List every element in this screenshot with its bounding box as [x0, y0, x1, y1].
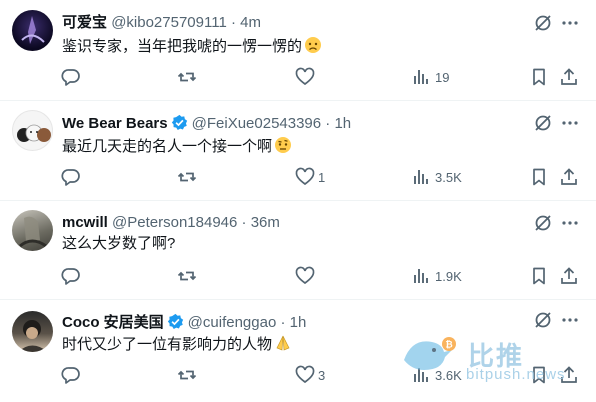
reply-icon[interactable] — [60, 265, 82, 287]
username[interactable]: @FeiXue02543396 — [192, 115, 322, 132]
view-count: 1.9K — [435, 269, 462, 284]
share-icon[interactable] — [558, 166, 580, 188]
tweet-text: 鉴识专家，当年把我唬的一愣一愣的 — [62, 36, 322, 60]
views-icon[interactable] — [410, 66, 432, 88]
separator: · — [230, 14, 236, 31]
more-icon[interactable] — [559, 309, 581, 331]
tweet-header: mcwill @Peterson184946 · 36m — [62, 214, 280, 232]
more-icon[interactable] — [559, 212, 581, 234]
bookmark-icon[interactable] — [528, 166, 550, 188]
bitpush-bird-logo-icon: ₿ — [398, 330, 458, 383]
like-icon[interactable] — [294, 166, 316, 188]
view-count: 19 — [435, 70, 450, 85]
tweet-header: We Bear Bears @FeiXue02543396 · 1h — [62, 114, 351, 136]
more-icon[interactable] — [559, 12, 581, 34]
tweet-header: 可爱宝 @kibo275709111 · 4m — [62, 14, 261, 32]
tweet-text: 这么大岁数了啊? — [62, 234, 175, 254]
reply-icon[interactable] — [60, 166, 82, 188]
timestamp[interactable]: 36m — [251, 214, 280, 231]
folded-hands-icon — [274, 334, 292, 358]
retweet-icon[interactable] — [176, 66, 198, 88]
timestamp[interactable]: 4m — [240, 14, 261, 31]
separator: · — [241, 214, 247, 231]
verified-badge-icon — [167, 313, 184, 335]
avatar[interactable] — [12, 210, 53, 251]
tweet-text: 时代又少了一位有影响力的人物 — [62, 334, 292, 358]
tweet-text-body: 最近几天走的名人一个接一个啊 — [62, 138, 273, 155]
retweet-icon[interactable] — [176, 265, 198, 287]
watermark-url: bitpush.news — [466, 366, 566, 383]
avatar[interactable] — [12, 311, 53, 352]
more-icon[interactable] — [559, 112, 581, 134]
share-icon[interactable] — [558, 66, 580, 88]
like-count: 1 — [318, 170, 326, 185]
face-with-raised-eyebrow-icon — [274, 136, 292, 160]
tweet[interactable]: mcwill @Peterson184946 · 36m 这么大岁数了啊? 1.… — [0, 200, 596, 300]
display-name[interactable]: mcwill — [62, 214, 108, 231]
reply-icon[interactable] — [60, 66, 82, 88]
like-icon[interactable] — [294, 364, 316, 386]
view-count: 3.5K — [435, 170, 462, 185]
like-icon[interactable] — [294, 265, 316, 287]
share-icon[interactable] — [558, 265, 580, 287]
views-icon[interactable] — [410, 166, 432, 188]
worried-face-icon — [304, 36, 322, 60]
verified-badge-icon — [171, 114, 188, 136]
retweet-icon[interactable] — [176, 364, 198, 386]
grok-icon[interactable] — [532, 212, 554, 234]
username[interactable]: @kibo275709111 — [111, 14, 227, 31]
reply-icon[interactable] — [60, 364, 82, 386]
avatar[interactable] — [12, 110, 53, 151]
tweet-text-body: 鉴识专家，当年把我唬的一愣一愣的 — [62, 38, 303, 55]
tweet-text: 最近几天走的名人一个接一个啊 — [62, 136, 292, 160]
like-count: 3 — [318, 368, 326, 383]
username[interactable]: @Peterson184946 — [112, 214, 237, 231]
separator: · — [325, 115, 331, 132]
bookmark-icon[interactable] — [528, 66, 550, 88]
tweet-text-body: 时代又少了一位有影响力的人物 — [62, 336, 273, 353]
avatar[interactable] — [12, 10, 53, 51]
separator: · — [280, 314, 286, 331]
display-name[interactable]: We Bear Bears — [62, 115, 168, 132]
tweet[interactable]: 可爱宝 @kibo275709111 · 4m 鉴识专家，当年把我唬的一愣一愣的… — [0, 0, 596, 101]
like-icon[interactable] — [294, 66, 316, 88]
svg-text:₿: ₿ — [445, 340, 452, 351]
display-name[interactable]: 可爱宝 — [62, 14, 107, 31]
grok-icon[interactable] — [532, 309, 554, 331]
timestamp[interactable]: 1h — [290, 314, 307, 331]
display-name[interactable]: Coco 安居美国 — [62, 314, 164, 331]
bookmark-icon[interactable] — [528, 265, 550, 287]
grok-icon[interactable] — [532, 12, 554, 34]
tweet[interactable]: We Bear Bears @FeiXue02543396 · 1h 最近几天走的… — [0, 100, 596, 201]
timestamp[interactable]: 1h — [334, 115, 351, 132]
tweet-header: Coco 安居美国 @cuifenggao · 1h — [62, 313, 306, 335]
views-icon[interactable] — [410, 265, 432, 287]
username[interactable]: @cuifenggao — [188, 314, 277, 331]
grok-icon[interactable] — [532, 112, 554, 134]
tweet-text-body: 这么大岁数了啊? — [62, 235, 176, 252]
retweet-icon[interactable] — [176, 166, 198, 188]
